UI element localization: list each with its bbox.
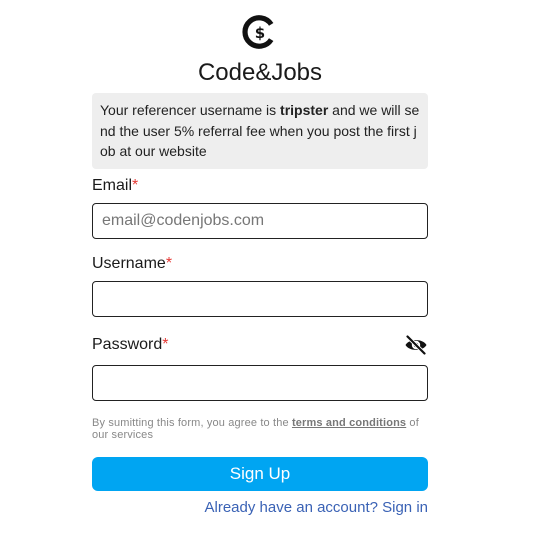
referral-notice: Your referencer username is tripster and… <box>92 93 428 169</box>
username-label-text: Username <box>92 255 166 272</box>
signup-page: $ Code&Jobs Your referencer username is … <box>0 0 544 557</box>
terms-link[interactable]: terms and conditions <box>292 417 406 429</box>
required-mark: * <box>162 336 169 353</box>
password-label: Password* <box>92 335 168 355</box>
referrer-username: tripster <box>280 102 329 118</box>
signin-prompt: Already have an account? Sign in <box>92 499 429 517</box>
sign-up-button[interactable]: Sign Up <box>92 457 428 491</box>
password-label-text: Password <box>92 336 163 353</box>
eye-off-icon[interactable] <box>404 335 428 355</box>
required-mark: * <box>165 255 173 272</box>
signin-prompt-text: Already have an account? <box>204 499 378 516</box>
svg-text:$: $ <box>255 24 265 42</box>
username-field[interactable] <box>92 281 428 317</box>
dollar-coin-c-icon: $ <box>242 14 278 50</box>
email-field[interactable] <box>92 203 428 239</box>
username-label: Username* <box>92 254 172 274</box>
email-label: Email* <box>92 176 138 196</box>
app-title: Code&Jobs <box>197 59 323 86</box>
required-mark: * <box>132 177 139 194</box>
notice-prefix: Your referencer username is <box>100 102 281 118</box>
password-field[interactable] <box>92 365 428 401</box>
sign-in-link[interactable]: Sign in <box>382 499 428 516</box>
terms-notice: By sumitting this form, you agree to the… <box>92 417 432 441</box>
email-label-text: Email <box>92 177 133 194</box>
terms-prefix: By sumitting this form, you agree to the <box>92 417 292 429</box>
